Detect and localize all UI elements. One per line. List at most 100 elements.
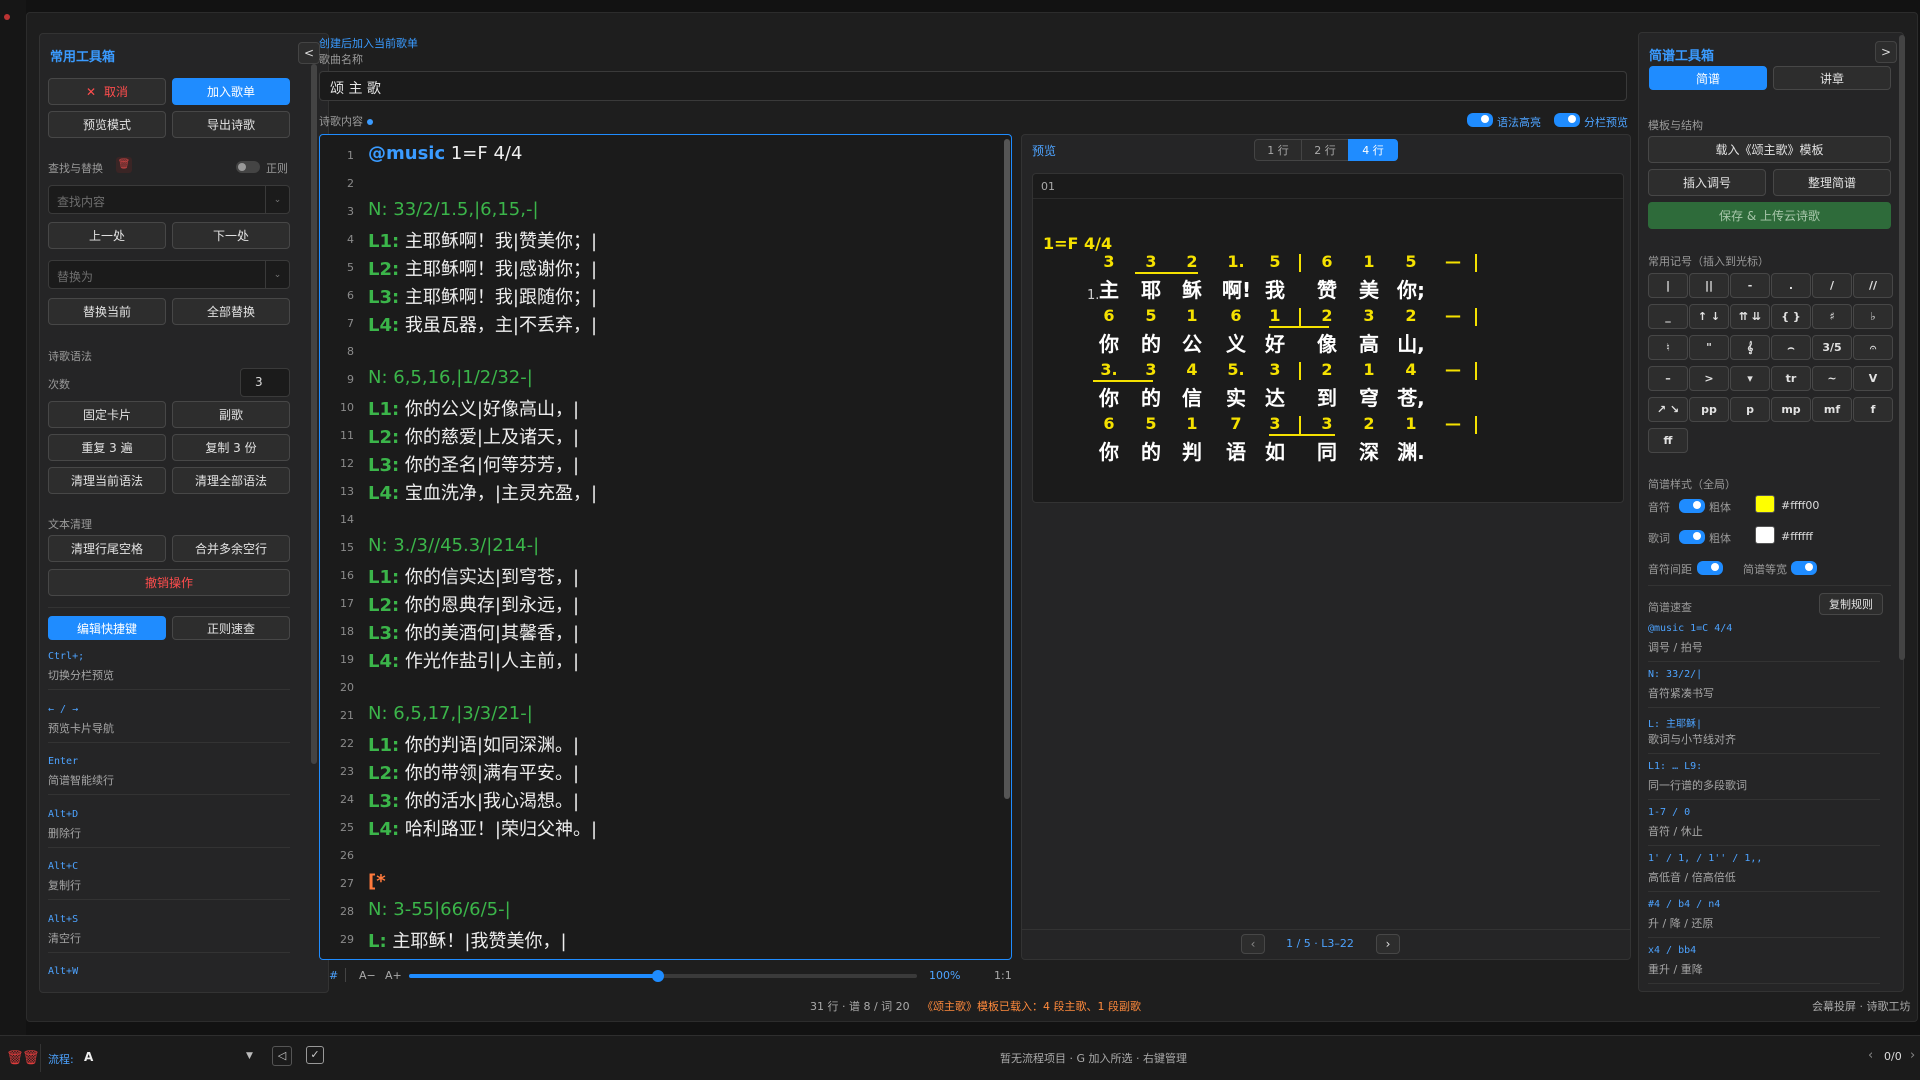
- tab-lecture[interactable]: 讲章: [1773, 66, 1891, 90]
- regex-toggle[interactable]: [236, 161, 260, 173]
- symbol-button[interactable]: V: [1853, 366, 1893, 391]
- editor-line[interactable]: 28 N: 3-55|66/6/5-|: [320, 897, 1011, 925]
- symbol-button[interactable]: f: [1853, 397, 1893, 422]
- zoom-slider-handle[interactable]: [651, 970, 664, 982]
- hash-button[interactable]: #: [329, 969, 338, 982]
- editor-line[interactable]: 18 L3: 你的美酒何|其馨香，|: [320, 617, 1011, 645]
- megaphone-icon[interactable]: ◁: [272, 1046, 292, 1066]
- replace-current-button[interactable]: 替换当前: [48, 298, 166, 325]
- symbol-button[interactable]: 3/5: [1812, 335, 1852, 360]
- chevron-down-icon[interactable]: ⌄: [265, 186, 289, 213]
- chorus-button[interactable]: 副歌: [172, 401, 290, 428]
- symbol-button[interactable]: pp: [1689, 397, 1729, 422]
- editor-line[interactable]: 26: [320, 841, 1011, 869]
- symbol-button[interactable]: ♭: [1853, 304, 1893, 329]
- ratio-button[interactable]: 1:1: [994, 969, 1012, 982]
- preview-prev-button[interactable]: ‹: [1241, 934, 1265, 954]
- editor-line[interactable]: 9 N: 6,5,16,|1/2/32-|: [320, 365, 1011, 393]
- font-larger-button[interactable]: A+: [385, 969, 402, 982]
- editor-line[interactable]: 1 @music 1=F 4/4: [320, 141, 1011, 169]
- editor-line[interactable]: 13 L4: 宝血洗净，|主灵充盈，|: [320, 477, 1011, 505]
- symbol-button[interactable]: /: [1812, 273, 1852, 298]
- tab-4-row[interactable]: 4 行: [1348, 139, 1398, 161]
- editor-line[interactable]: 20: [320, 673, 1011, 701]
- replace-all-button[interactable]: 全部替换: [172, 298, 290, 325]
- find-prev-button[interactable]: 上一处: [48, 222, 166, 249]
- symbol-button[interactable]: |: [1648, 273, 1688, 298]
- merge-blank-button[interactable]: 合并多余空行: [172, 535, 290, 562]
- tab-jianpu[interactable]: 简谱: [1649, 66, 1767, 90]
- tidy-jianpu-button[interactable]: 整理简谱: [1773, 169, 1891, 196]
- symbol-button[interactable]: ↑ ↓: [1689, 304, 1729, 329]
- editor-line[interactable]: 23 L2: 你的带领|满有平安。|: [320, 757, 1011, 785]
- symbol-button[interactable]: .: [1771, 273, 1811, 298]
- symbol-button[interactable]: ⌢: [1771, 335, 1811, 360]
- symbol-button[interactable]: mf: [1812, 397, 1852, 422]
- note-bold-toggle[interactable]: [1679, 499, 1705, 513]
- tab-1-row[interactable]: 1 行: [1254, 139, 1302, 161]
- regex-quickref-button[interactable]: 正则速查: [172, 616, 290, 640]
- cancel-button[interactable]: ✕ 取消: [48, 78, 166, 105]
- editor-line[interactable]: 29 L: 主耶稣！|我赞美你，|: [320, 925, 1011, 953]
- load-template-button[interactable]: 载入《颂主歌》模板: [1648, 136, 1891, 163]
- editor-line[interactable]: 5 L2: 主耶稣啊！我|感谢你；|: [320, 253, 1011, 281]
- symbol-button[interactable]: ⇈ ⇊: [1730, 304, 1770, 329]
- symbol-button[interactable]: ↗ ↘: [1648, 397, 1688, 422]
- preview-mode-button[interactable]: 预览模式: [48, 111, 166, 138]
- symbol-button[interactable]: ♮: [1648, 335, 1688, 360]
- symbol-button[interactable]: p: [1730, 397, 1770, 422]
- create-add-playlist-link[interactable]: 创建后加入当前歌单: [319, 35, 418, 51]
- editor-line[interactable]: 15 N: 3./3//45.3/|214-|: [320, 533, 1011, 561]
- symbol-button[interactable]: ▾: [1730, 366, 1770, 391]
- editor-line[interactable]: 24 L3: 你的活水|我心渴想。|: [320, 785, 1011, 813]
- editor-line[interactable]: 12 L3: 你的圣名|何等芬芳，|: [320, 449, 1011, 477]
- editor-line[interactable]: 2: [320, 169, 1011, 197]
- copy-3-button[interactable]: 复制 3 份: [172, 434, 290, 461]
- clear-current-syntax-button[interactable]: 清理当前语法: [48, 467, 166, 494]
- preview-next-button[interactable]: ›: [1376, 934, 1400, 954]
- count-input[interactable]: 3: [240, 368, 290, 397]
- find-next-button[interactable]: 下一处: [172, 222, 290, 249]
- editor-scrollbar[interactable]: [1004, 139, 1010, 799]
- export-poem-button[interactable]: 导出诗歌: [172, 111, 290, 138]
- flow-next-icon[interactable]: ›: [1910, 1048, 1915, 1063]
- symbol-button[interactable]: ff: [1648, 428, 1688, 453]
- delete-all-icon[interactable]: 🗑: [22, 1050, 40, 1066]
- symbol-button[interactable]: _: [1648, 304, 1688, 329]
- symbol-button[interactable]: { }: [1771, 304, 1811, 329]
- checkbox-icon[interactable]: ✓: [306, 1046, 324, 1064]
- lyric-bold-toggle[interactable]: [1679, 530, 1705, 544]
- save-upload-button[interactable]: 保存 & 上传云诗歌: [1648, 202, 1891, 229]
- symbol-button[interactable]: //: [1853, 273, 1893, 298]
- find-input[interactable]: 查找内容 ⌄: [48, 185, 290, 214]
- fixed-card-button[interactable]: 固定卡片: [48, 401, 166, 428]
- editor-line[interactable]: 17 L2: 你的恩典存|到永远，|: [320, 589, 1011, 617]
- editor-line[interactable]: 16 L1: 你的信实达|到穹苍，|: [320, 561, 1011, 589]
- editor-line[interactable]: 14: [320, 505, 1011, 533]
- equal-width-toggle[interactable]: [1791, 561, 1817, 575]
- repeat-3-button[interactable]: 重复 3 遍: [48, 434, 166, 461]
- symbol-button[interactable]: ♯: [1812, 304, 1852, 329]
- editor-line[interactable]: 10 L1: 你的公义|好像高山，|: [320, 393, 1011, 421]
- editor-line[interactable]: 25 L4: 哈利路亚！|荣归父神。|: [320, 813, 1011, 841]
- chevron-down-icon[interactable]: ⌄: [265, 261, 289, 288]
- symbol-button[interactable]: 𝄐: [1853, 335, 1893, 360]
- note-color-swatch[interactable]: [1755, 495, 1775, 513]
- editor-line[interactable]: 8: [320, 337, 1011, 365]
- flow-select[interactable]: 流程: A ▼: [48, 1044, 262, 1072]
- syntax-highlight-toggle[interactable]: [1467, 113, 1493, 127]
- symbol-button[interactable]: ": [1689, 335, 1729, 360]
- editor-line[interactable]: 4 L1: 主耶稣啊！我|赞美你；|: [320, 225, 1011, 253]
- flow-prev-icon[interactable]: ‹: [1868, 1048, 1873, 1063]
- insert-key-button[interactable]: 插入调号: [1648, 169, 1766, 196]
- editor-line[interactable]: 27 [*: [320, 869, 1011, 897]
- collapse-left-button[interactable]: <: [298, 42, 320, 64]
- replace-input[interactable]: 替换为 ⌄: [48, 260, 290, 289]
- editor-line[interactable]: 11 L2: 你的慈爱|上及诸天，|: [320, 421, 1011, 449]
- trim-trailing-button[interactable]: 清理行尾空格: [48, 535, 166, 562]
- collapse-right-button[interactable]: >: [1875, 41, 1897, 63]
- editor-line[interactable]: 21 N: 6,5,17,|3/3/21-|: [320, 701, 1011, 729]
- symbol-button[interactable]: -: [1730, 273, 1770, 298]
- spacing-toggle[interactable]: [1697, 561, 1723, 575]
- edit-shortcuts-button[interactable]: 编辑快捷键: [48, 616, 166, 640]
